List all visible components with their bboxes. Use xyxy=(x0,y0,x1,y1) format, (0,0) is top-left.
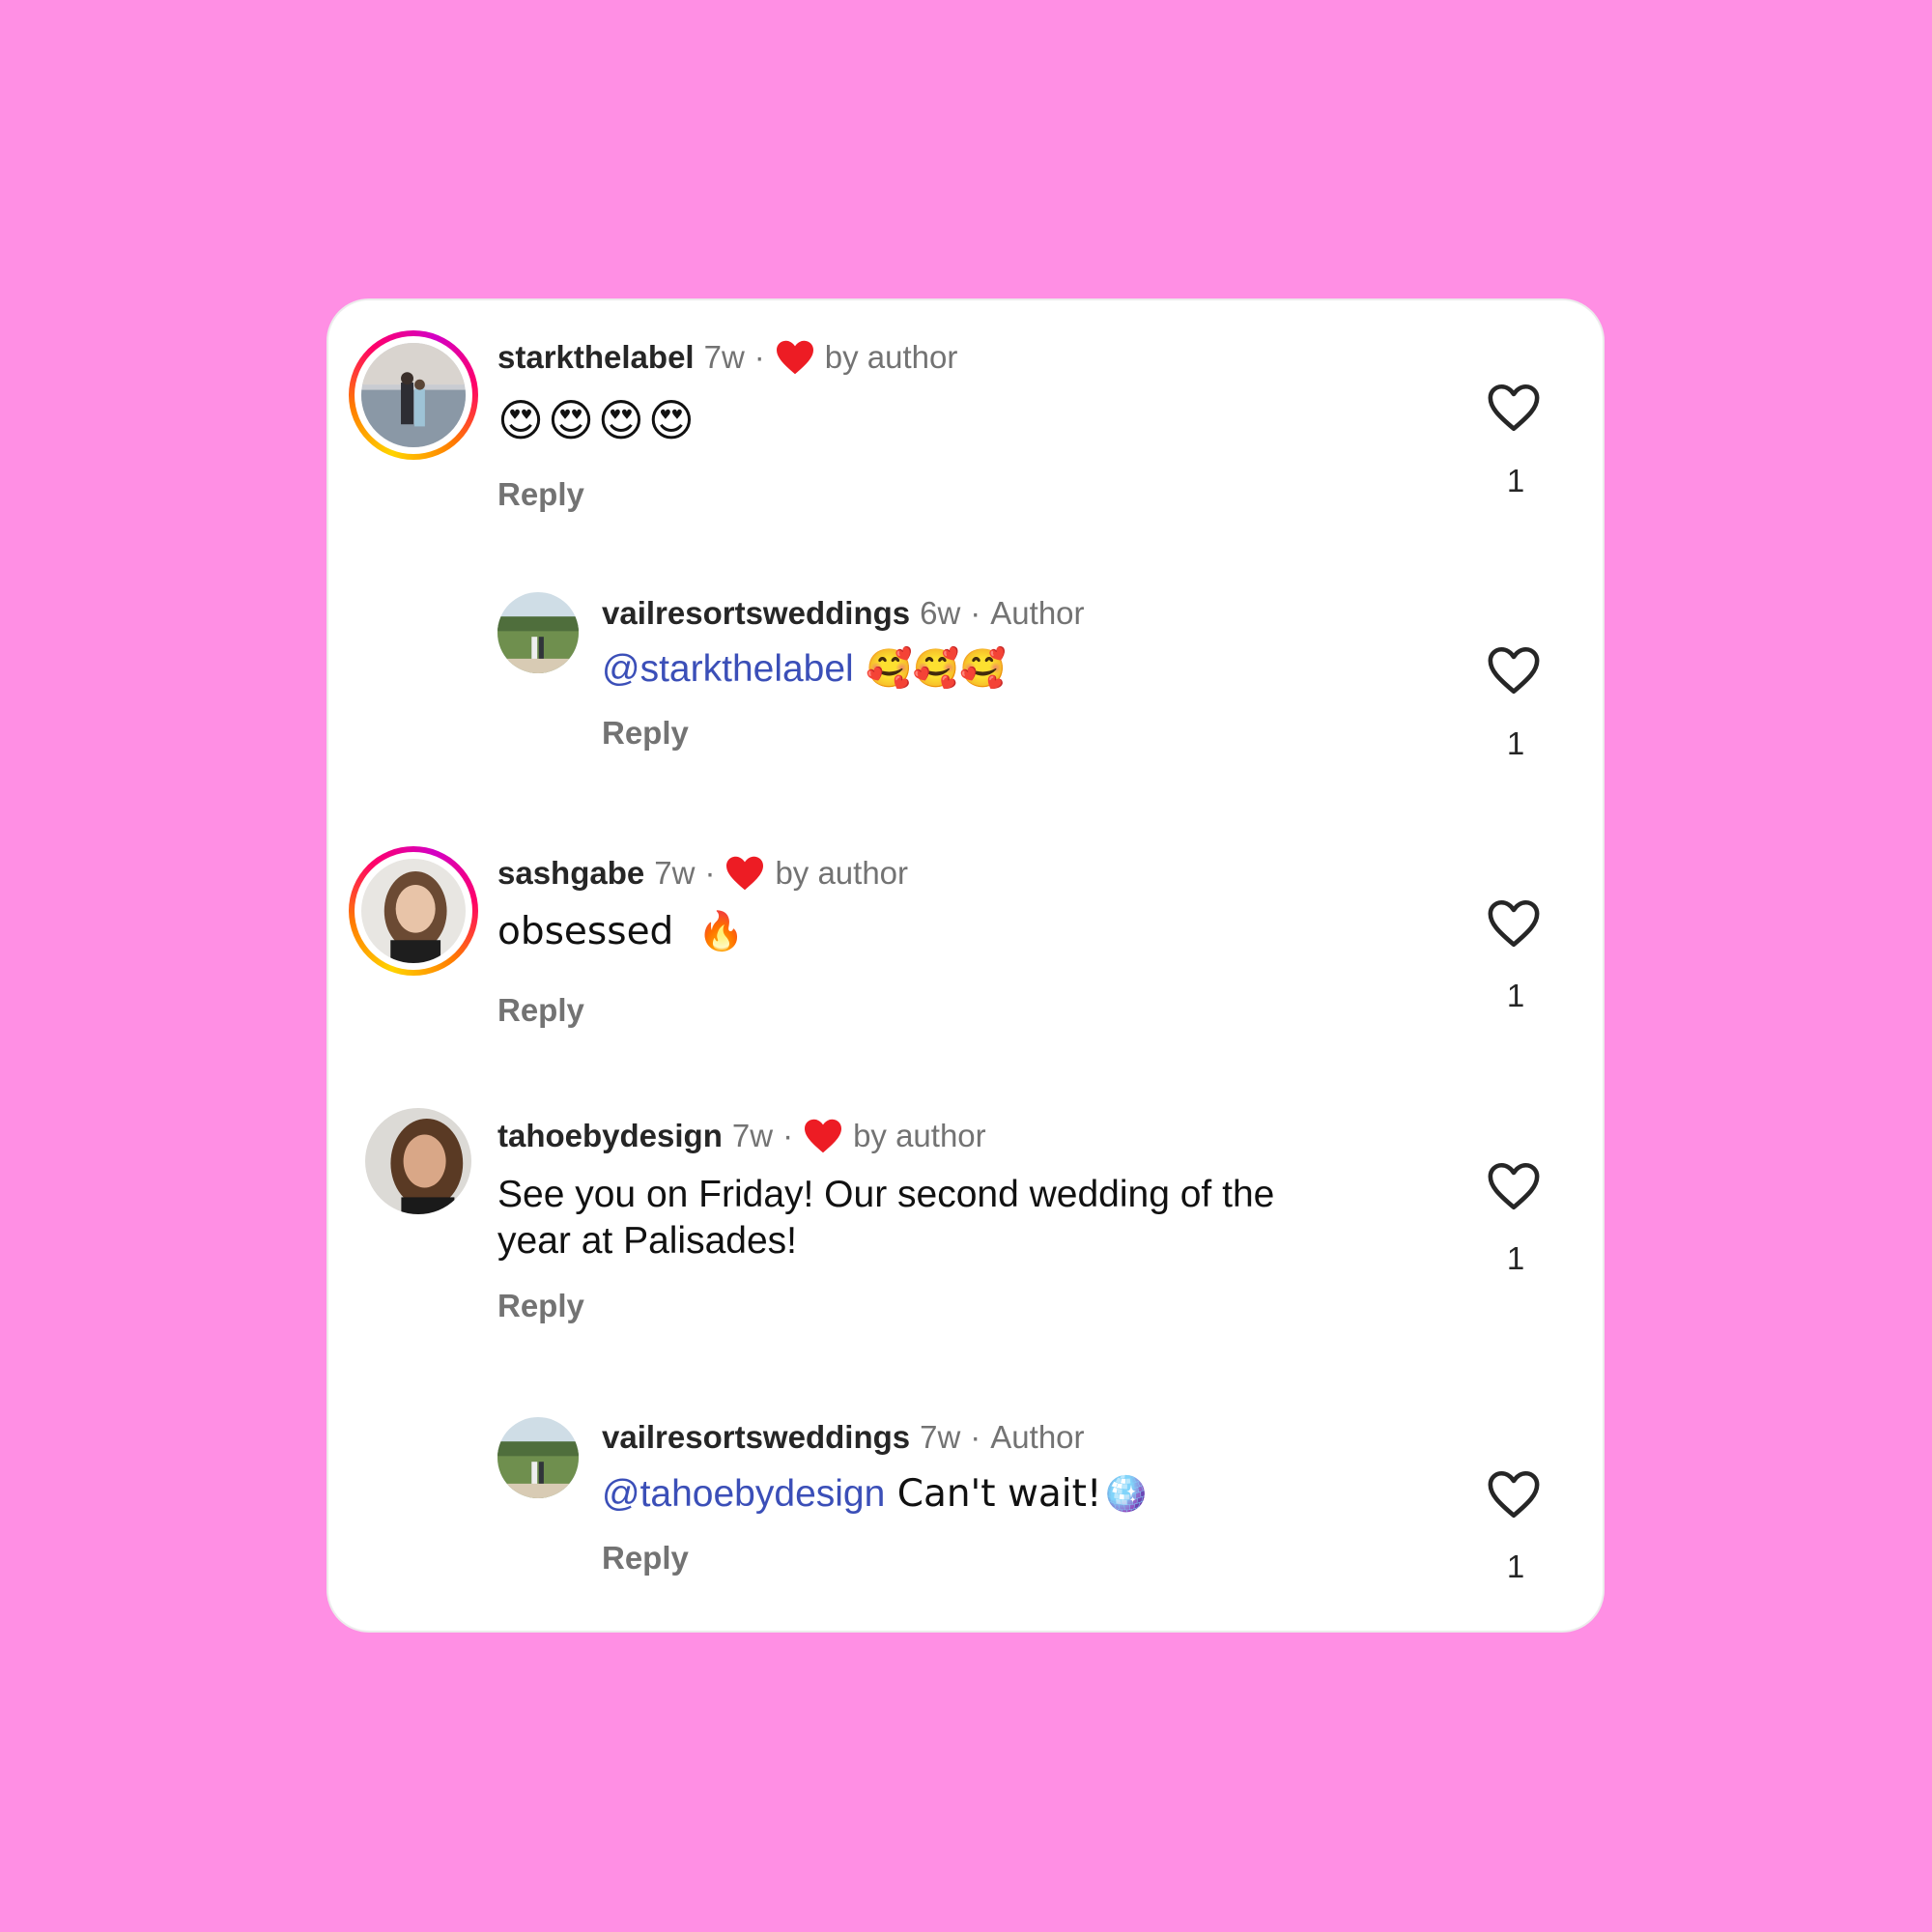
heart-outline-icon[interactable] xyxy=(1486,897,1542,950)
comment-text: obsessed 🔥 xyxy=(497,910,745,953)
reply-button[interactable]: Reply xyxy=(602,715,689,752)
avatar[interactable] xyxy=(365,1108,471,1214)
like-count: 1 xyxy=(1506,725,1525,761)
mention-link[interactable]: @starkthelabel xyxy=(602,648,854,690)
timestamp: 7w xyxy=(731,1118,774,1153)
reply-button[interactable]: Reply xyxy=(602,1540,689,1577)
author-badge: Author xyxy=(990,595,1085,631)
avatar[interactable] xyxy=(361,343,466,447)
username[interactable]: sashgabe xyxy=(497,855,644,892)
heart-filled-icon xyxy=(805,1119,842,1153)
reply-button[interactable]: Reply xyxy=(497,992,584,1029)
story-ring[interactable] xyxy=(349,846,478,976)
separator: · xyxy=(704,855,716,891)
separator: · xyxy=(970,1419,981,1455)
heart-filled-icon xyxy=(726,856,764,891)
timestamp: 7w xyxy=(654,855,696,891)
like-count: 1 xyxy=(1506,978,1525,1013)
comment-text: Can't wait!🪩 xyxy=(885,1472,1150,1516)
timestamp: 6w xyxy=(920,595,961,631)
heart-outline-icon[interactable] xyxy=(1486,382,1542,434)
reply-button[interactable]: Reply xyxy=(497,476,584,513)
comment-text: 😍😍😍😍 xyxy=(497,394,698,446)
liked-by-author-badge: by author xyxy=(853,1118,986,1153)
heart-outline-icon[interactable] xyxy=(1486,644,1542,696)
author-badge: Author xyxy=(990,1419,1085,1455)
separator: · xyxy=(753,339,765,375)
timestamp: 7w xyxy=(703,339,745,375)
heart-filled-icon xyxy=(776,340,813,375)
comment-text-line: See you on Friday! Our second wedding of… xyxy=(497,1174,1275,1215)
timestamp: 7w xyxy=(920,1419,961,1455)
heart-outline-icon[interactable] xyxy=(1486,1468,1542,1520)
liked-by-author-badge: by author xyxy=(775,855,909,891)
mention-link[interactable]: @tahoebydesign xyxy=(602,1473,885,1515)
separator: · xyxy=(782,1118,794,1153)
comments-card: starkthelabel 7w · by author 😍😍😍😍 Reply … xyxy=(327,298,1605,1633)
comment-text: 🥰🥰🥰 xyxy=(853,647,1007,691)
reply-button[interactable]: Reply xyxy=(497,1288,584,1324)
avatar[interactable] xyxy=(497,1417,579,1498)
username[interactable]: tahoebydesign xyxy=(497,1118,723,1154)
like-count: 1 xyxy=(1506,1548,1525,1584)
avatar[interactable] xyxy=(361,859,466,963)
username[interactable]: vailresortsweddings xyxy=(602,1419,910,1456)
story-ring[interactable] xyxy=(349,330,478,460)
comment-text: See you on Friday! Our second wedding of… xyxy=(497,1172,1274,1264)
like-count: 1 xyxy=(1506,1240,1525,1276)
liked-by-author-badge: by author xyxy=(824,339,958,375)
username[interactable]: starkthelabel xyxy=(497,339,695,376)
avatar[interactable] xyxy=(497,592,579,673)
comment-text-line: year at Palisades! xyxy=(497,1220,798,1262)
like-count: 1 xyxy=(1506,463,1525,498)
username[interactable]: vailresortsweddings xyxy=(602,595,910,632)
heart-outline-icon[interactable] xyxy=(1486,1160,1542,1212)
separator: · xyxy=(970,595,981,631)
